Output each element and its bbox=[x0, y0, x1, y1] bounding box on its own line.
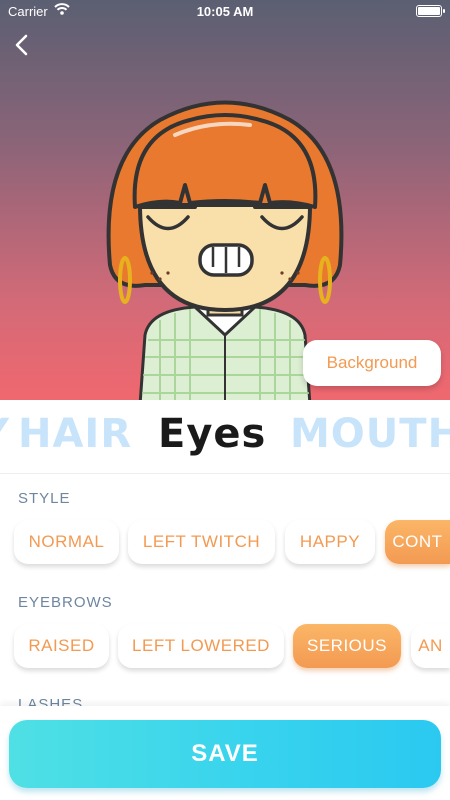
tab-eyes[interactable]: Eyes bbox=[158, 404, 266, 464]
style-section-label: STYLE bbox=[18, 490, 71, 507]
clock: 10:05 AM bbox=[196, 4, 254, 19]
category-tabs: Y HAIR Eyes MOUTH bbox=[0, 400, 450, 474]
chevron-left-icon bbox=[15, 34, 28, 56]
style-option-left-twitch[interactable]: LEFT TWITCH bbox=[128, 520, 275, 564]
eyebrows-option-left-lowered[interactable]: LEFT LOWERED bbox=[118, 624, 284, 668]
background-button[interactable]: Background bbox=[303, 340, 441, 386]
tab-hair[interactable]: HAIR bbox=[18, 404, 132, 464]
avatar-preview: Carrier 10:05 AM Background bbox=[0, 0, 450, 400]
status-bar: Carrier 10:05 AM bbox=[0, 0, 450, 22]
style-option-cont[interactable]: CONT bbox=[385, 520, 450, 564]
save-button[interactable]: SAVE bbox=[9, 720, 441, 788]
tab-mouth[interactable]: MOUTH bbox=[290, 404, 450, 464]
eyebrows-option-an[interactable]: AN bbox=[411, 624, 450, 668]
eyebrows-option-raised[interactable]: RAISED bbox=[14, 624, 109, 668]
eyebrows-option-serious[interactable]: SERIOUS bbox=[293, 624, 401, 668]
battery-icon bbox=[416, 5, 445, 17]
save-bar: SAVE bbox=[0, 706, 450, 800]
eyebrows-section-label: EYEBROWS bbox=[18, 594, 113, 611]
style-option-happy[interactable]: HAPPY bbox=[285, 520, 375, 564]
style-option-normal[interactable]: NORMAL bbox=[14, 520, 119, 564]
tab-previous[interactable]: Y bbox=[0, 404, 10, 464]
back-button[interactable] bbox=[8, 30, 36, 60]
